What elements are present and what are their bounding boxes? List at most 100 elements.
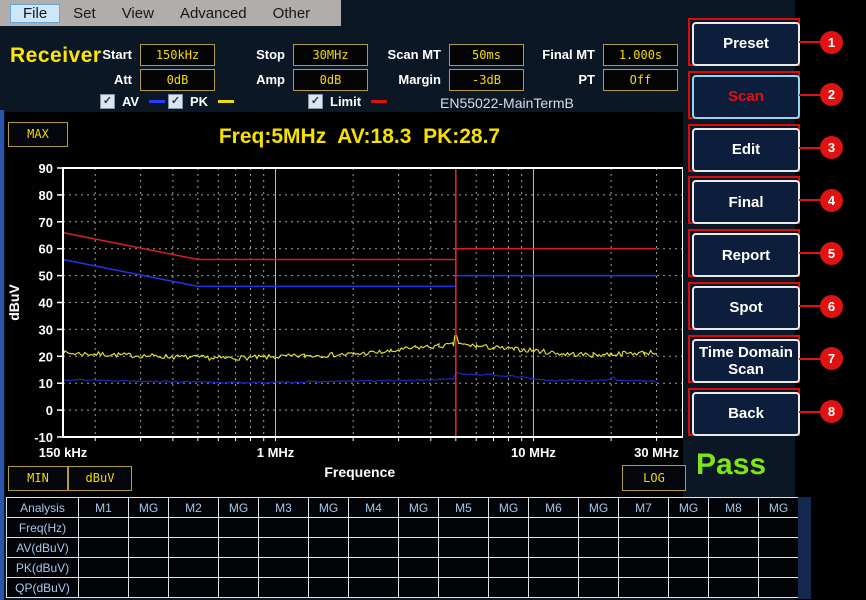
table-row: QP(dBuV) (7, 578, 799, 598)
menu-item-view[interactable]: View (109, 4, 167, 23)
svg-text:150 kHz: 150 kHz (39, 445, 88, 460)
field-label-att: Att (56, 69, 132, 91)
table-cell (219, 538, 259, 558)
time-domain-scan-button[interactable]: Time Domain Scan (692, 339, 800, 383)
annotation-line-7 (799, 358, 821, 360)
button-frame-6: Spot (688, 282, 800, 330)
preset-button[interactable]: Preset (692, 22, 800, 66)
annotation-line-6 (799, 305, 821, 307)
legend-color-dash (149, 100, 165, 103)
field-value-final-mt[interactable]: 1.000s (603, 44, 678, 66)
legend-av: ✓ AV (100, 93, 165, 109)
table-cell (579, 578, 619, 598)
button-frame-1: Preset (688, 18, 800, 66)
edit-button[interactable]: Edit (692, 128, 800, 172)
svg-text:-10: -10 (34, 430, 53, 445)
svg-text:Frequence: Frequence (324, 464, 395, 480)
menu-item-set[interactable]: Set (60, 4, 109, 23)
table-cell (349, 538, 399, 558)
table-cell (759, 538, 799, 558)
log-scale-button[interactable]: LOG (622, 465, 686, 491)
table-cell (399, 578, 439, 598)
svg-text:40: 40 (39, 296, 53, 311)
table-cell (709, 518, 759, 538)
limit-checkbox[interactable]: ✓ (308, 94, 323, 109)
column-header: MG (759, 498, 799, 518)
table-cell (709, 578, 759, 598)
table-cell (169, 538, 219, 558)
table-row: Freq(Hz) (7, 518, 799, 538)
menu-item-other[interactable]: Other (260, 4, 324, 23)
menu-item-advanced[interactable]: Advanced (167, 4, 260, 23)
legend-pk: ✓PK (168, 93, 234, 109)
table-cell (619, 538, 669, 558)
table-cell (439, 538, 489, 558)
svg-text:1 MHz: 1 MHz (257, 445, 295, 460)
svg-text:dBuV: dBuV (6, 284, 22, 321)
svg-text:60: 60 (39, 242, 53, 257)
svg-text:20: 20 (39, 349, 53, 364)
column-header: MG (399, 498, 439, 518)
table-cell (709, 538, 759, 558)
table-cell (489, 578, 529, 598)
annotation-number-3: 3 (820, 136, 843, 159)
table-cell (309, 558, 349, 578)
table-cell (79, 538, 129, 558)
column-header: MG (129, 498, 169, 518)
field-value-att[interactable]: 0dB (140, 69, 215, 91)
row-label: QP(dBuV) (7, 578, 79, 598)
field-label-scan-mt: Scan MT (352, 44, 441, 66)
svg-text:80: 80 (39, 188, 53, 203)
menu-item-file[interactable]: File (10, 4, 60, 23)
table-cell (259, 538, 309, 558)
table-cell (579, 518, 619, 538)
app-window: FileSetViewAdvancedOther Receiver Start1… (0, 0, 866, 600)
table-cell (619, 558, 669, 578)
column-header: M4 (349, 498, 399, 518)
column-header: MG (219, 498, 259, 518)
table-cell (669, 578, 709, 598)
button-frame-4: Final (688, 176, 800, 224)
column-header: M3 (259, 498, 309, 518)
table-cell (169, 578, 219, 598)
legend-label: AV (122, 94, 139, 109)
pk-checkbox[interactable]: ✓ (168, 94, 183, 109)
report-button[interactable]: Report (692, 233, 800, 277)
table-cell (129, 578, 169, 598)
column-header: M1 (79, 498, 129, 518)
table-cell (349, 578, 399, 598)
button-frame-7: Time Domain Scan (688, 335, 800, 383)
row-label: Freq(Hz) (7, 518, 79, 538)
table-cell (669, 558, 709, 578)
table-cell (259, 578, 309, 598)
table-cell (169, 518, 219, 538)
table-cell (759, 518, 799, 538)
column-header: Analysis (7, 498, 79, 518)
column-header: MG (669, 498, 709, 518)
scan-button[interactable]: Scan (692, 75, 800, 119)
annotation-line-8 (799, 411, 821, 413)
spectrum-plot[interactable]: -100102030405060708090150 kHz1 MHz10 MHz… (5, 112, 683, 497)
spot-button[interactable]: Spot (692, 286, 800, 330)
final-button[interactable]: Final (692, 180, 800, 224)
min-button[interactable]: MIN (8, 466, 68, 491)
annotation-line-2 (799, 94, 821, 96)
table-cell (439, 518, 489, 538)
av-checkbox[interactable]: ✓ (100, 94, 115, 109)
annotation-number-4: 4 (820, 189, 843, 212)
table-cell (129, 518, 169, 538)
svg-text:10: 10 (39, 376, 53, 391)
table-cell (129, 538, 169, 558)
unit-button[interactable]: dBuV (68, 466, 132, 491)
annotation-line-3 (799, 147, 821, 149)
table-cell (349, 518, 399, 538)
legend-color-dash (218, 100, 234, 103)
legend-label: Limit (330, 94, 361, 109)
field-value-start[interactable]: 150kHz (140, 44, 215, 66)
table-cell (399, 518, 439, 538)
table-cell (439, 558, 489, 578)
table-cell (529, 558, 579, 578)
back-button[interactable]: Back (692, 392, 800, 436)
field-value-pt[interactable]: Off (603, 69, 678, 91)
table-cell (349, 558, 399, 578)
